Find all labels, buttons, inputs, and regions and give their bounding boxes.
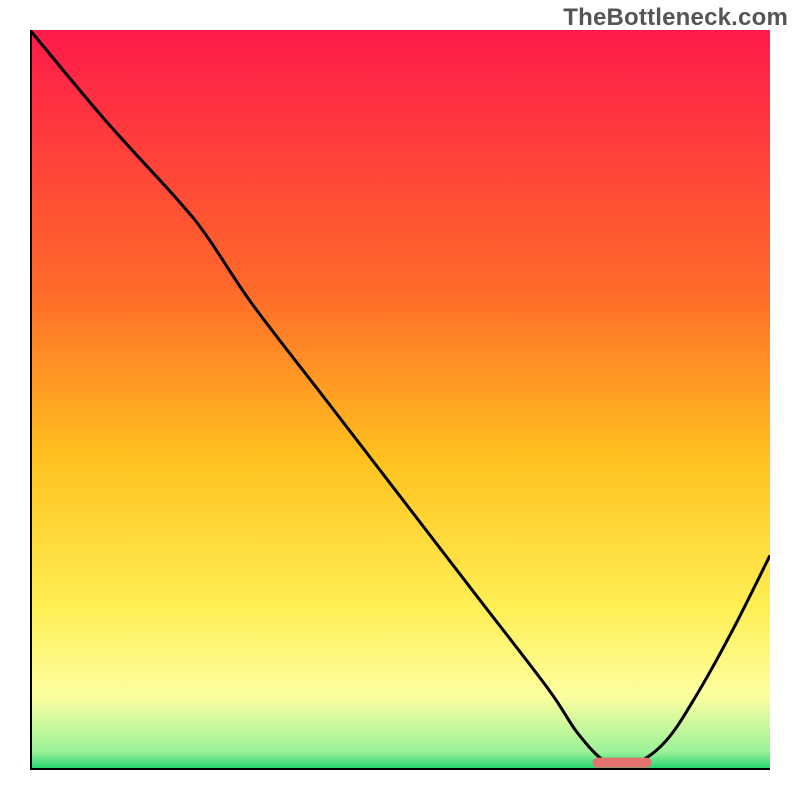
gradient-background (30, 30, 770, 770)
watermark-label: TheBottleneck.com (563, 4, 788, 32)
optimal-marker (592, 758, 651, 768)
plot-area (30, 30, 770, 770)
bottleneck-chart (30, 30, 770, 770)
chart-container: TheBottleneck.com (0, 0, 800, 800)
